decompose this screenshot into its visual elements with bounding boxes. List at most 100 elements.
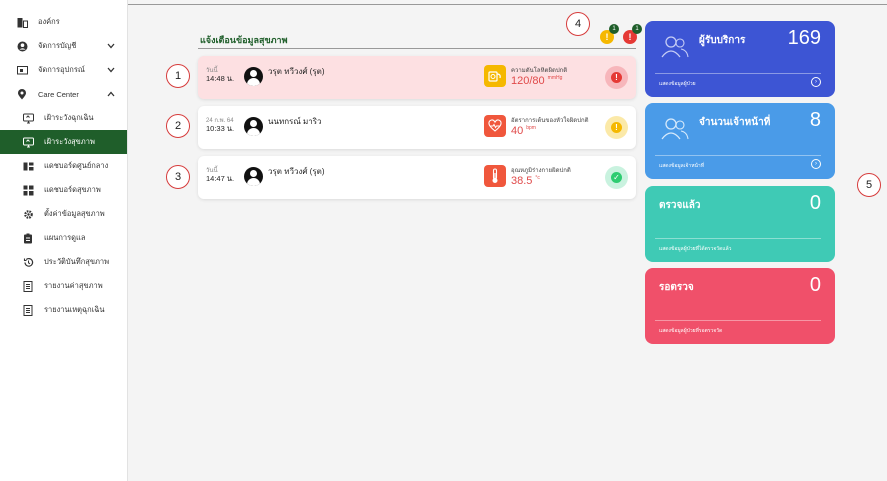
sidebar-item-health-history[interactable]: ประวัติบันทึกสุขภาพ [0, 250, 127, 274]
sidebar-item-health-dashboard[interactable]: แดชบอร์ดสุขภาพ [0, 178, 127, 202]
warning-count-badge: 1 [609, 24, 619, 34]
tile-title: รอตรวจ [659, 282, 694, 293]
metric-value: 38.5 °c [511, 175, 540, 187]
metric-unit: bpm [526, 125, 536, 132]
alert-count-badge: 1 [632, 24, 642, 34]
grid-icon [22, 184, 34, 196]
metric-value: 120/80 mmHg [511, 75, 563, 87]
monitor-icon [22, 112, 34, 124]
alert-icon: ! [628, 32, 632, 42]
tile-title: จำนวนเจ้าหน้าที่ [699, 117, 771, 128]
metric-label: ความดันโลหิตผิดปกติ [511, 68, 568, 74]
sidebar-item-care-center[interactable]: Care Center [0, 82, 127, 106]
tile-footer-link[interactable]: แสดงข้อมูลเจ้าหน้าที่ [659, 162, 704, 170]
sidebar-item-label: ตั้งค่าข้อมูลสุขภาพ [44, 209, 105, 218]
metric-value: 40 bpm [511, 125, 536, 137]
thermometer-icon [484, 165, 506, 187]
heart-rate-icon [484, 115, 506, 137]
monitor-icon [22, 136, 34, 148]
people-icon [659, 117, 691, 146]
notification-time: 14:47 น. [206, 174, 235, 183]
avatar [244, 67, 263, 86]
metric-label: อุณหภูมิร่างกายผิดปกติ [511, 168, 571, 174]
tile-footer-link[interactable]: แสดงข้อมูลผู้ป่วยที่รอตรวจวัด [659, 327, 722, 335]
avatar [244, 117, 263, 136]
chevron-down-icon [107, 42, 115, 51]
sidebar-item-label: แผนการดูแล [44, 233, 86, 242]
sidebar-item-health-monitor[interactable]: เฝ้าระวังสุขภาพ [0, 130, 127, 154]
callout-marker: 1 [166, 64, 190, 88]
tile-footer-link[interactable]: แสดงข้อมูลผู้ป่วย [659, 80, 696, 88]
callout-marker: 2 [166, 114, 190, 138]
tile-value: 0 [809, 192, 821, 214]
sidebar: องค์กร จัดการบัญชี จัดการอุปกรณ์ Care Ce… [0, 0, 128, 481]
avatar [244, 167, 263, 186]
report-icon [22, 280, 34, 292]
blood-pressure-icon [484, 65, 506, 87]
patient-name: วรุต ทวีวงศ์ (รุต) [268, 67, 325, 76]
metric-unit: °c [535, 175, 540, 182]
title-divider [198, 48, 636, 49]
sidebar-item-emergency-monitor[interactable]: เฝ้าระวังฉุกเฉิน [0, 106, 127, 130]
tile-value: 8 [809, 109, 821, 131]
status-badge: ! [605, 66, 628, 89]
page-title: แจ้งเตือนข้อมูลสุขภาพ [200, 35, 288, 45]
sidebar-item-health-report[interactable]: รายงานค่าสุขภาพ [0, 274, 127, 298]
people-icon [659, 35, 691, 64]
chevron-right-icon[interactable]: › [811, 159, 821, 169]
sidebar-item-label: แดชบอร์ดศูนย์กลาง [44, 161, 109, 170]
chevron-down-icon [107, 66, 115, 75]
notification-time: 14:48 น. [206, 74, 235, 83]
status-badge: ! [605, 116, 628, 139]
tile-footer-link[interactable]: แสดงข้อมูลผู้ป่วยที่ได้ตรวจวัดแล้ว [659, 245, 731, 253]
location-pin-icon [16, 88, 28, 100]
warning-icon: ! [605, 32, 609, 42]
warning-icon: ! [611, 122, 622, 133]
device-icon [16, 64, 28, 76]
sidebar-item-label: Care Center [38, 89, 79, 99]
alert-icon: ! [611, 72, 622, 83]
sidebar-item-organization[interactable]: องค์กร [0, 10, 127, 34]
dashboard-icon [22, 160, 34, 172]
notification-time: 10:33 น. [206, 124, 235, 133]
building-icon [16, 16, 28, 28]
notification-card[interactable]: 24 ก.พ. 64 10:33 น. นนทกรณ์ มาริว อัตราก… [198, 106, 636, 149]
callout-marker: 5 [857, 173, 881, 197]
status-badge: ✓ [605, 166, 628, 189]
patient-name: วรุต ทวีวงศ์ (รุต) [268, 167, 325, 176]
report-icon [22, 304, 34, 316]
stat-tile-staff[interactable]: จำนวนเจ้าหน้าที่ 8 แสดงข้อมูลเจ้าหน้าที่… [645, 103, 835, 179]
sidebar-item-label: จัดการอุปกรณ์ [38, 65, 85, 74]
history-icon [22, 256, 34, 268]
sidebar-item-label: เฝ้าระวังสุขภาพ [44, 137, 95, 146]
notification-card[interactable]: วันนี้ 14:47 น. วรุต ทวีวงศ์ (รุต) อุณหภ… [198, 156, 636, 199]
sidebar-item-label: รายงานค่าสุขภาพ [44, 281, 103, 290]
callout-marker: 4 [566, 12, 590, 36]
clipboard-icon [22, 232, 34, 244]
sidebar-item-central-dashboard[interactable]: แดชบอร์ดศูนย์กลาง [0, 154, 127, 178]
metric-label: อัตราการเต้นของหัวใจผิดปกติ [511, 118, 589, 124]
stat-tile-pending[interactable]: รอตรวจ 0 แสดงข้อมูลผู้ป่วยที่รอตรวจวัด [645, 268, 835, 344]
stat-tile-checked[interactable]: ตรวจแล้ว 0 แสดงข้อมูลผู้ป่วยที่ได้ตรวจวั… [645, 186, 835, 262]
top-divider [128, 4, 887, 5]
sidebar-item-device[interactable]: จัดการอุปกรณ์ [0, 58, 127, 82]
tile-value: 169 [787, 27, 821, 49]
tile-title: ผู้รับบริการ [699, 35, 746, 46]
tile-title: ตรวจแล้ว [659, 200, 701, 211]
metric-unit: mmHg [547, 75, 563, 82]
chevron-right-icon[interactable]: › [811, 77, 821, 87]
user-circle-icon [16, 40, 28, 52]
sidebar-item-emergency-report[interactable]: รายงานเหตุฉุกเฉิน [0, 298, 127, 322]
sidebar-item-label: องค์กร [38, 17, 60, 26]
sidebar-item-health-settings[interactable]: ตั้งค่าข้อมูลสุขภาพ [0, 202, 127, 226]
sidebar-item-care-plan[interactable]: แผนการดูแล [0, 226, 127, 250]
sidebar-item-account[interactable]: จัดการบัญชี [0, 34, 127, 58]
notification-card[interactable]: วันนี้ 14:48 น. วรุต ทวีวงศ์ (รุต) ความด… [198, 56, 636, 99]
gear-icon [22, 208, 34, 220]
chevron-up-icon [107, 90, 115, 99]
callout-marker: 3 [166, 165, 190, 189]
sidebar-item-label: เฝ้าระวังฉุกเฉิน [44, 113, 94, 122]
patient-name: นนทกรณ์ มาริว [268, 117, 322, 126]
stat-tile-patients[interactable]: ผู้รับบริการ 169 แสดงข้อมูลผู้ป่วย › [645, 21, 835, 97]
sidebar-item-label: ประวัติบันทึกสุขภาพ [44, 257, 110, 266]
